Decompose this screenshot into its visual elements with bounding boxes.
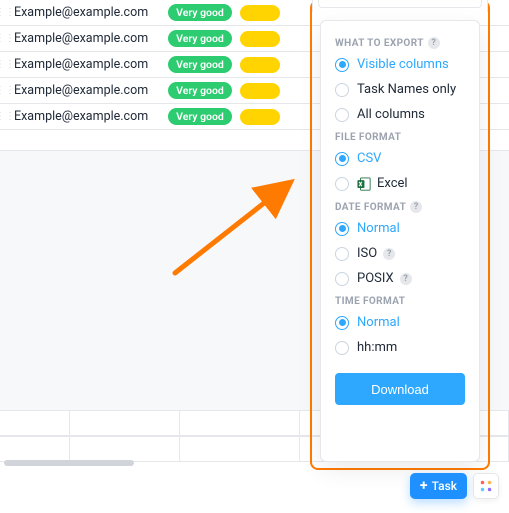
option-label: Normal — [357, 315, 400, 330]
section-time-format: TIME FORMAT — [335, 296, 465, 307]
radio-icon — [335, 272, 349, 286]
status-badge[interactable]: Very good — [168, 82, 232, 99]
priority-bar[interactable] — [240, 109, 280, 125]
cell-email: Example@example.com — [10, 83, 160, 98]
priority-bar[interactable] — [240, 31, 280, 47]
cell-status: Very good — [160, 4, 240, 21]
option-visible-columns[interactable]: Visible columns — [335, 57, 465, 72]
help-icon[interactable]: ? — [410, 201, 422, 213]
help-icon[interactable]: ? — [400, 273, 412, 285]
radio-icon — [335, 83, 349, 97]
option-label: All columns — [357, 107, 425, 122]
export-panel: WHAT TO EXPORT ? Visible columns Task Na… — [320, 20, 480, 462]
radio-icon — [335, 108, 349, 122]
option-all-columns[interactable]: All columns — [335, 107, 465, 122]
apps-button[interactable] — [473, 473, 499, 499]
apps-grid-icon — [479, 479, 493, 493]
option-time-hhmm[interactable]: hh:mm — [335, 340, 465, 355]
status-badge[interactable]: Very good — [168, 30, 232, 47]
priority-bar[interactable] — [240, 83, 280, 99]
cell-email: Example@example.com — [10, 57, 160, 72]
footer-cell[interactable] — [180, 411, 300, 435]
section-title: TIME FORMAT — [335, 296, 405, 307]
option-date-posix[interactable]: POSIX ? — [335, 271, 465, 286]
help-icon[interactable]: ? — [428, 37, 440, 49]
option-label: Excel — [357, 176, 408, 191]
option-label: ISO ? — [357, 246, 395, 261]
new-task-button[interactable]: + Task — [410, 473, 467, 499]
help-icon[interactable]: ? — [383, 248, 395, 260]
option-label: CSV — [357, 151, 381, 166]
horizontal-scrollbar[interactable] — [4, 460, 134, 466]
drag-handle-icon[interactable]: ⋮⋮ — [0, 34, 10, 44]
status-badge[interactable]: Very good — [168, 4, 232, 21]
drag-handle-icon[interactable]: ⋮⋮ — [0, 60, 10, 70]
option-date-iso[interactable]: ISO ? — [335, 246, 465, 261]
radio-icon — [335, 247, 349, 261]
option-task-names-only[interactable]: Task Names only — [335, 82, 465, 97]
radio-icon — [335, 222, 349, 236]
cell-priority — [240, 5, 290, 21]
section-title: WHAT TO EXPORT — [335, 38, 424, 49]
priority-bar[interactable] — [240, 5, 280, 21]
radio-icon — [335, 152, 349, 166]
option-time-normal[interactable]: Normal — [335, 315, 465, 330]
option-label: Normal — [357, 221, 400, 236]
option-date-normal[interactable]: Normal — [335, 221, 465, 236]
drag-handle-icon[interactable]: ⋮⋮ — [0, 86, 10, 96]
radio-icon — [335, 177, 349, 191]
option-label: hh:mm — [357, 340, 397, 355]
option-label: POSIX ? — [357, 271, 412, 286]
option-csv[interactable]: CSV — [335, 151, 465, 166]
status-badge[interactable]: Very good — [168, 108, 232, 125]
radio-icon — [335, 316, 349, 330]
cell-email: Example@example.com — [10, 109, 160, 124]
new-task-label: Task — [432, 479, 457, 493]
radio-icon — [335, 341, 349, 355]
footer-cell[interactable] — [70, 411, 180, 435]
option-label: Visible columns — [357, 57, 449, 72]
status-badge[interactable]: Very good — [168, 56, 232, 73]
excel-icon — [357, 177, 371, 191]
download-button[interactable]: Download — [335, 373, 465, 405]
drag-handle-icon[interactable]: ⋮⋮ — [0, 112, 10, 122]
section-title: DATE FORMAT — [335, 202, 406, 213]
drag-handle-icon[interactable]: ⋮⋮ — [0, 8, 10, 18]
section-date-format: DATE FORMAT ? — [335, 201, 465, 213]
section-file-format: FILE FORMAT — [335, 132, 465, 143]
option-label: Task Names only — [357, 82, 456, 97]
cell-email: Example@example.com — [10, 31, 160, 46]
panel-search-stub[interactable] — [318, 0, 482, 8]
section-what-to-export: WHAT TO EXPORT ? — [335, 37, 465, 49]
plus-icon: + — [420, 479, 428, 493]
option-excel[interactable]: Excel — [335, 176, 465, 191]
radio-icon — [335, 58, 349, 72]
section-title: FILE FORMAT — [335, 132, 401, 143]
cell-email: Example@example.com — [10, 5, 160, 20]
footer-cell[interactable] — [0, 411, 70, 435]
priority-bar[interactable] — [240, 57, 280, 73]
